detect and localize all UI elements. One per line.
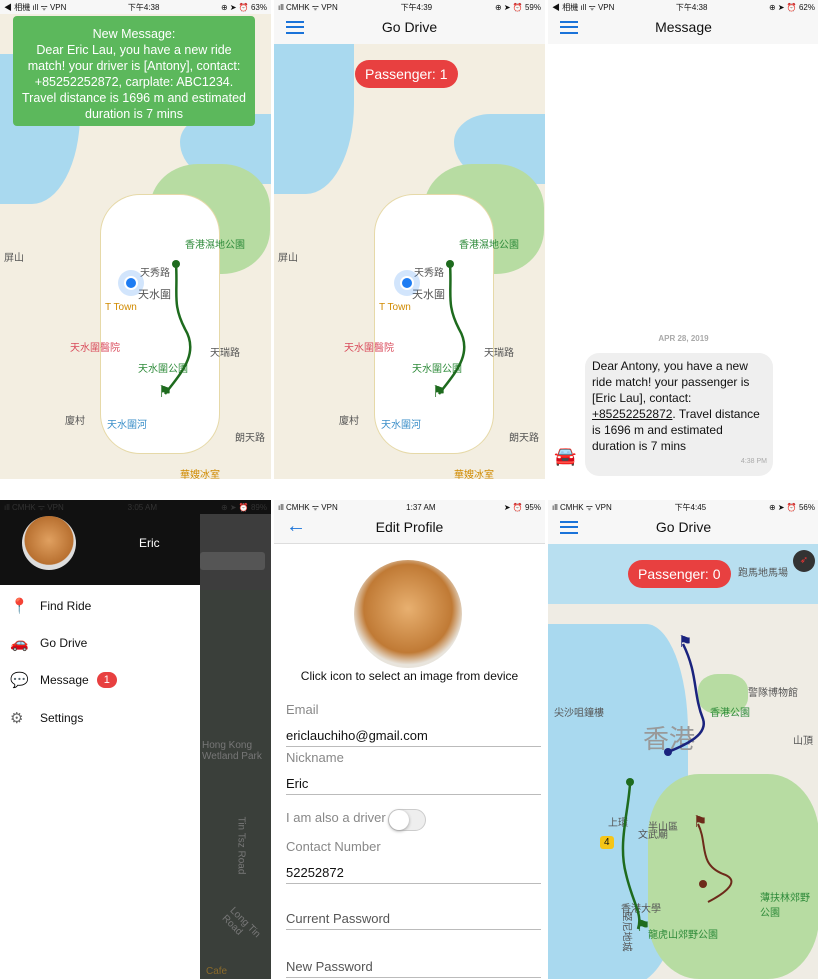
go-drive-screen: ıll CMHK ᯤ VPN 下午4:39 ⊕ ➤ ⏰ 59% Go Drive 香… [274, 0, 545, 479]
carrier: ıll CMHK ᯤ VPN [4, 502, 64, 512]
new-password-field[interactable]: New Password [286, 959, 541, 978]
time: 下午4:38 [127, 2, 160, 12]
car-avatar-icon: 🚘 [554, 446, 577, 466]
battery: ⊕ ➤ ⏰ 62% [768, 2, 815, 12]
status-bar: ıll CMHK ᯤ VPN 3:05 AM ⊕ ➤ ⏰ 89% [0, 500, 271, 514]
carrier: ıll CMHK ᯤ VPN [278, 502, 338, 512]
menu-item-settings[interactable]: ⚙ Settings [10, 709, 200, 727]
battery: ⊕ ➤ ⏰ 63% [220, 2, 267, 12]
passenger-count-badge: Passenger: 1 [355, 60, 458, 88]
time: 1:37 AM [406, 502, 436, 512]
carrier: ıll CMHK ᯤ VPN [278, 2, 338, 12]
menu-label: Message [40, 673, 89, 687]
time: 下午4:38 [675, 2, 708, 12]
map-label: Cafe [206, 966, 228, 977]
page-title: Go Drive [655, 519, 712, 535]
message-date: APR 28, 2019 [658, 334, 709, 343]
go-drive-hk-screen: ıll CMHK ᯤ VPN 下午4:45 ⊕ ➤ ⏰ 56% Go Drive 跑… [548, 500, 818, 979]
notification-title: New Message: [92, 27, 176, 41]
passenger-count-badge: Passenger: 0 [628, 560, 731, 588]
message-text: Dear Antony, you have a new ride match! … [592, 359, 750, 405]
route-lines [621, 643, 733, 930]
drawer-screen: Hong Kong Wetland Park Tin Tsz Road Long… [0, 500, 271, 979]
menu-label: Find Ride [40, 599, 92, 613]
menu-label: Settings [40, 711, 84, 725]
menu-icon[interactable] [560, 521, 578, 534]
contact-label: Contact Number [286, 839, 381, 854]
carrier: ıll CMHK ᯤ VPN [552, 502, 612, 512]
menu-label: Go Drive [40, 636, 88, 650]
battery: ⊕ ➤ ⏰ 56% [768, 502, 815, 512]
carrier: ◀ 相機 ıll ᯤ VPN [552, 2, 615, 12]
page-title: Edit Profile [375, 518, 444, 535]
destination-flag-icon: ⚑ [678, 634, 693, 651]
destination-flag-icon: ⚑ [158, 384, 173, 401]
nickname-field[interactable]: Eric [286, 776, 541, 795]
email-field[interactable]: ericlauchiho@gmail.com [286, 728, 541, 747]
battery: ⊕ ➤ ⏰ 89% [220, 502, 267, 512]
chat-icon: 💬 [10, 672, 29, 689]
menu-icon[interactable] [286, 21, 304, 34]
destination-flag-icon: ⚑ [432, 384, 447, 401]
map-label: Hong Kong Wetland Park [202, 740, 262, 762]
nickname-label: Nickname [286, 750, 344, 765]
contact-field[interactable]: 52252872 [286, 865, 541, 884]
status-bar: ◀ 相機 ıll ᯤ VPN 下午4:38 ⊕ ➤ ⏰ 62% [548, 0, 818, 14]
notification-screen: ◀ 相機 ıll ᯤ VPN 下午4:38 ⊕ ➤ ⏰ 63% 香港濕地公園 天秀路… [0, 0, 271, 479]
battery: ➤ ⏰ 95% [503, 502, 541, 512]
message-screen: ◀ 相機 ıll ᯤ VPN 下午4:38 ⊕ ➤ ⏰ 62% Message AP… [548, 0, 818, 479]
nav-bar: Go Drive [548, 510, 818, 544]
page-title: Message [655, 19, 712, 35]
time: 3:05 AM [127, 502, 158, 512]
driver-label: I am also a driver [286, 810, 386, 825]
nav-bar: ← Edit Profile [274, 510, 545, 544]
drawer-menu: 📍 Find Ride 🚗 Go Drive 💬 Message 1 ⚙ Settings [0, 585, 200, 979]
nav-bar: Message [548, 10, 818, 44]
menu-item-message[interactable]: 💬 Message 1 [10, 671, 200, 689]
driver-toggle[interactable] [388, 809, 426, 831]
email-label: Email [286, 702, 319, 717]
gear-icon: ⚙ [10, 710, 24, 727]
battery: ⊕ ➤ ⏰ 59% [494, 2, 541, 12]
message-bubble: Dear Antony, you have a new ride match! … [585, 353, 773, 476]
map-pin-icon: 📍 [10, 598, 29, 615]
destination-flag-icon: ⚑ [693, 814, 708, 831]
nav-bar: Go Drive [274, 10, 545, 44]
current-password-field[interactable]: Current Password [286, 911, 541, 930]
avatar[interactable] [22, 516, 76, 570]
notification-body: Dear Eric Lau, you have a new ride match… [22, 43, 246, 121]
menu-item-go-drive[interactable]: 🚗 Go Drive [10, 634, 200, 652]
map[interactable]: 跑馬地馬場 香港 香港公園 警隊博物館 山頂 半山區 薄扶林郊野公園 龍虎山郊野… [548, 544, 818, 979]
time: 下午4:39 [400, 2, 433, 12]
map[interactable]: 香港濕地公園 天秀路 天水圍 T Town 天水圍醫院 天水圍公園 天水圍河 天… [274, 44, 545, 479]
drawer-header: Eric [0, 514, 200, 585]
carrier: ◀ 相機 ıll ᯤ VPN [4, 2, 67, 12]
status-bar: ıll CMHK ᯤ VPN 1:37 AM ➤ ⏰ 95% [274, 500, 545, 514]
compass-icon[interactable]: ➶ [793, 550, 815, 572]
image-hint: Click icon to select an image from devic… [300, 669, 519, 683]
page-title: Go Drive [381, 19, 438, 35]
user-name: Eric [139, 536, 160, 550]
back-arrow-icon[interactable]: ← [286, 515, 306, 538]
destination-flag-icon: ⚑ [636, 918, 651, 935]
status-bar: ıll CMHK ᯤ VPN 下午4:45 ⊕ ➤ ⏰ 56% [548, 500, 818, 514]
dimmed-map[interactable]: Hong Kong Wetland Park Tin Tsz Road Long… [200, 500, 271, 979]
edit-profile-screen: ıll CMHK ᯤ VPN 1:37 AM ➤ ⏰ 95% ← Edit Profi… [274, 500, 545, 979]
message-time: 4:38 PM [740, 458, 767, 465]
time: 下午4:45 [674, 502, 707, 512]
profile-image[interactable] [354, 560, 462, 668]
phone-link[interactable]: +85252252872 [592, 407, 672, 421]
route-line [438, 260, 466, 395]
map-label: Tin Tsz Road [235, 816, 247, 875]
menu-icon[interactable] [560, 21, 578, 34]
status-bar: ıll CMHK ᯤ VPN 下午4:39 ⊕ ➤ ⏰ 59% [274, 0, 545, 14]
unread-badge: 1 [96, 672, 117, 688]
status-bar: ◀ 相機 ıll ᯤ VPN 下午4:38 ⊕ ➤ ⏰ 63% [0, 0, 271, 14]
menu-item-find-ride[interactable]: 📍 Find Ride [10, 597, 200, 615]
car-icon: 🚗 [10, 635, 29, 652]
notification-banner[interactable]: New Message: Dear Eric Lau, you have a n… [13, 16, 255, 126]
